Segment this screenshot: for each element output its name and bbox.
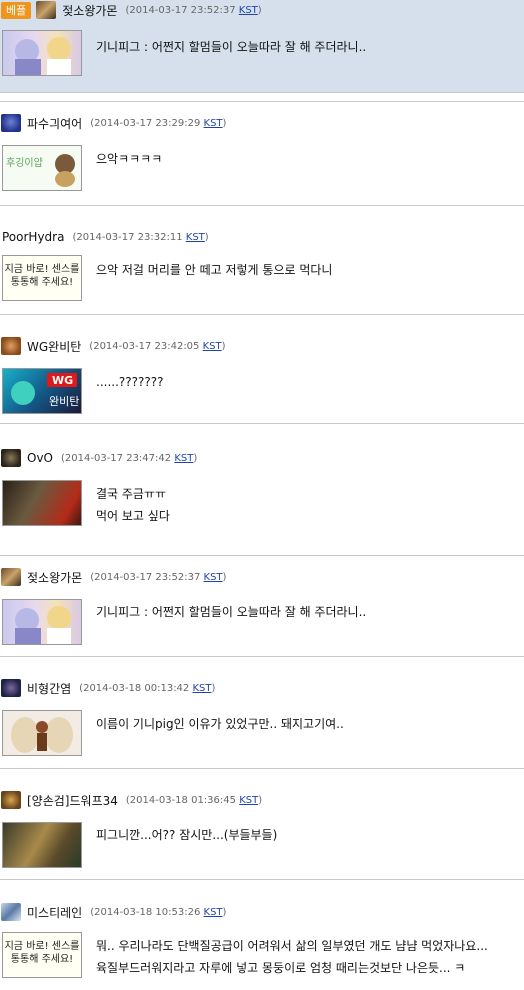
avatar: 지금 바로! 센스를 통통해 주세요!: [2, 932, 82, 978]
comment-text: 으악 저걸 머리를 안 떼고 저렇게 통으로 먹다니: [96, 263, 333, 277]
comment-header: 미스티레인 (2014-03-18 10:53:26 KST): [0, 902, 226, 922]
comment-header: 비형간염 (2014-03-18 00:13:42 KST): [0, 678, 215, 698]
comment-timestamp: (2014-03-18 00:13:42 KST): [79, 682, 216, 694]
comment-text: 피그니깐...어?? 잠시만...(부들부들): [96, 828, 278, 842]
avatar: 지금 바로! 센스를 통통해 주세요!: [2, 255, 82, 301]
sign-avatar: 지금 바로! 센스를 통통해 주세요!: [4, 941, 80, 965]
timezone-link[interactable]: KST: [203, 341, 222, 352]
comment-timestamp: (2014-03-17 23:47:42 KST): [61, 452, 198, 464]
comment-text: 이름이 기니pig인 이유가 있었구만.. 돼지고기여..: [96, 717, 344, 731]
anime-characters-avatar: [15, 37, 71, 75]
comment-timestamp: (2014-03-17 23:52:37 KST): [90, 571, 227, 583]
comment: PoorHydra (2014-03-17 23:32:11 KST) 지금 바…: [0, 227, 524, 315]
comment-text: 결국 주금ㅠㅠ 먹어 보고 싶다: [96, 487, 170, 523]
sign-avatar: 지금 바로! 센스를 통통해 주세요!: [4, 264, 80, 288]
comment-author[interactable]: PoorHydra: [2, 230, 64, 244]
timezone-link[interactable]: KST: [239, 795, 258, 806]
comment-header: [양손검]드워프34 (2014-03-18 01:36:45 KST): [0, 790, 262, 810]
comment-author[interactable]: 파수긔여어: [27, 115, 82, 132]
comment-timestamp: (2014-03-17 23:52:37 KST): [125, 4, 262, 16]
best-badge: 베플: [1, 1, 32, 19]
timezone-link[interactable]: KST: [239, 5, 258, 16]
comment-author[interactable]: 젖소왕가몬: [27, 569, 82, 586]
avatar-caption: 후깅이얍: [6, 157, 43, 169]
timezone-link[interactable]: KST: [204, 907, 223, 918]
comment-author[interactable]: WG완비탄: [27, 338, 81, 355]
wg-label: WG: [52, 374, 73, 387]
timezone-link[interactable]: KST: [192, 683, 211, 694]
comment: [양손검]드워프34 (2014-03-18 01:36:45 KST) 피그니…: [0, 790, 524, 880]
anime-characters-avatar: [15, 606, 71, 644]
user-icon: [1, 568, 21, 586]
comment-header: OvO (2014-03-17 23:47:42 KST): [0, 448, 197, 468]
comment-timestamp: (2014-03-17 23:42:05 KST): [89, 340, 226, 352]
comment-header: PoorHydra (2014-03-17 23:32:11 KST): [0, 227, 209, 247]
comment-timestamp: (2014-03-17 23:29:29 KST): [90, 117, 227, 129]
timezone-link[interactable]: KST: [174, 453, 193, 464]
avatar: [2, 30, 82, 76]
comment: WG완비탄 (2014-03-17 23:42:05 KST) WG 완비탄 ..…: [0, 336, 524, 424]
user-icon: [1, 337, 21, 355]
comment-author[interactable]: OvO: [27, 451, 53, 465]
comment: 파수긔여어 (2014-03-17 23:29:29 KST) 후깅이얍 으악ㅋ…: [0, 113, 524, 206]
comment-author[interactable]: 비형간염: [27, 680, 71, 697]
comment-header: 베플 젖소왕가몬 (2014-03-17 23:52:37 KST): [0, 0, 262, 20]
comment-author[interactable]: [양손검]드워프34: [27, 792, 118, 809]
avatar: [2, 710, 82, 756]
comment-text: ......???????: [96, 375, 164, 389]
user-icon: [1, 114, 21, 132]
comment: 비형간염 (2014-03-18 00:13:42 KST) 이름이 기니pig…: [0, 678, 524, 769]
wg-sub: 완비탄: [49, 395, 79, 408]
comment-author[interactable]: 미스티레인: [27, 904, 82, 921]
angel-avatar: [11, 717, 73, 753]
comment-author[interactable]: 젖소왕가몬: [62, 2, 117, 19]
comment-header: WG완비탄 (2014-03-17 23:42:05 KST): [0, 336, 226, 356]
avatar: [2, 480, 82, 526]
comment: 미스티레인 (2014-03-18 10:53:26 KST) 지금 바로! 센…: [0, 902, 524, 990]
comment: 젖소왕가몬 (2014-03-17 23:52:37 KST) 기니피그 : 어…: [0, 567, 524, 657]
user-icon: [1, 903, 21, 921]
user-icon: [1, 679, 21, 697]
comment-text: 뭐.. 우리나라도 단백질공급이 어려워서 삶의 일부였던 개도 냠냠 먹었자나…: [96, 939, 488, 975]
comment-text: 기니피그 : 어쩐지 할멈들이 오늘따라 잘 해 주더라니..: [96, 605, 367, 619]
comment-timestamp: (2014-03-18 10:53:26 KST): [90, 906, 227, 918]
timezone-link[interactable]: KST: [186, 232, 205, 243]
separator: [0, 101, 524, 102]
avatar: WG 완비탄: [2, 368, 82, 414]
avatar: [2, 822, 82, 868]
timezone-link[interactable]: KST: [204, 572, 223, 583]
comment-best: 베플 젖소왕가몬 (2014-03-17 23:52:37 KST) 기니피그 …: [0, 0, 524, 93]
comment-timestamp: (2014-03-18 01:36:45 KST): [125, 794, 263, 806]
avatar: [2, 599, 82, 645]
user-icon: [1, 791, 21, 809]
comment-text: 기니피그 : 어쩐지 할멈들이 오늘따라 잘 해 주더라니..: [96, 40, 367, 54]
comment-header: 파수긔여어 (2014-03-17 23:29:29 KST): [0, 113, 226, 133]
avatar: 후깅이얍: [2, 145, 82, 191]
cartoon-avatar: 후깅이얍: [6, 154, 75, 187]
user-icon: [36, 1, 57, 19]
comment-text: 으악ㅋㅋㅋㅋ: [96, 152, 163, 166]
wg-avatar: WG 완비탄: [11, 373, 79, 408]
comment-header: 젖소왕가몬 (2014-03-17 23:52:37 KST): [0, 567, 226, 587]
user-icon: [1, 449, 21, 467]
timezone-link[interactable]: KST: [204, 118, 223, 129]
comment: OvO (2014-03-17 23:47:42 KST) 결국 주금ㅠㅠ 먹어 …: [0, 448, 524, 556]
comment-timestamp: (2014-03-17 23:32:11 KST): [72, 231, 209, 243]
